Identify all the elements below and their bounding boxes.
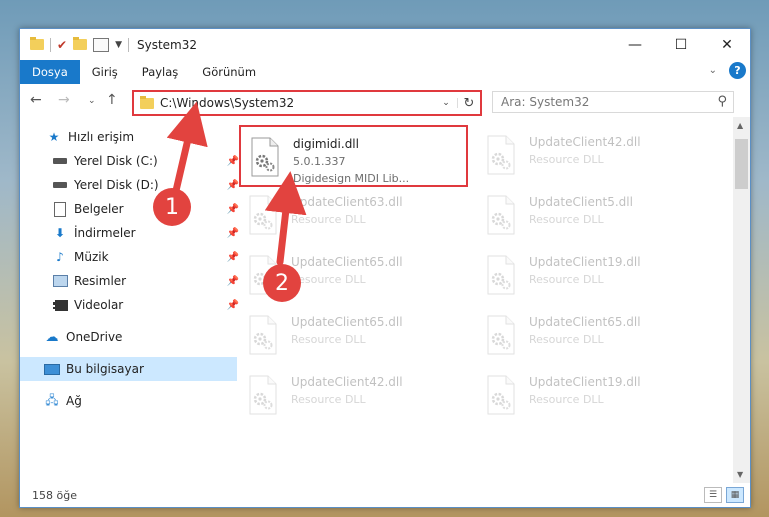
annotation-arrows (166, 101, 307, 266)
step-marker-2: 2 (263, 264, 301, 302)
step-marker-1: 1 (153, 188, 191, 226)
arrow-to-address-bar (166, 101, 208, 199)
arrow-to-dll-file (264, 171, 307, 266)
